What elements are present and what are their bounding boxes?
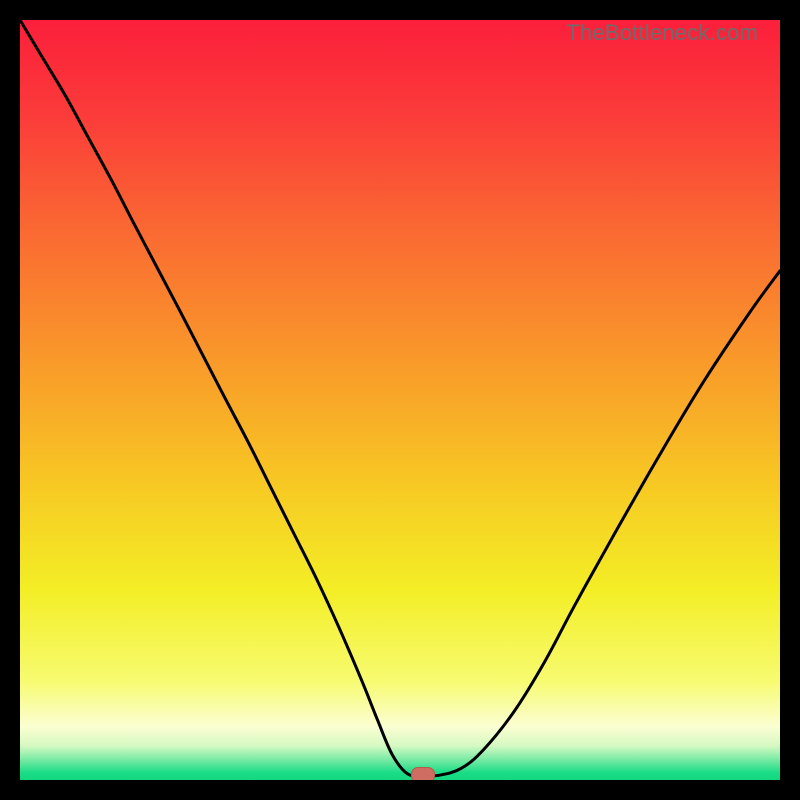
minimum-marker <box>411 767 435 780</box>
outer-frame: TheBottleneck.com <box>0 0 800 800</box>
plot-area: TheBottleneck.com <box>20 20 780 780</box>
bottleneck-curve <box>20 20 780 780</box>
